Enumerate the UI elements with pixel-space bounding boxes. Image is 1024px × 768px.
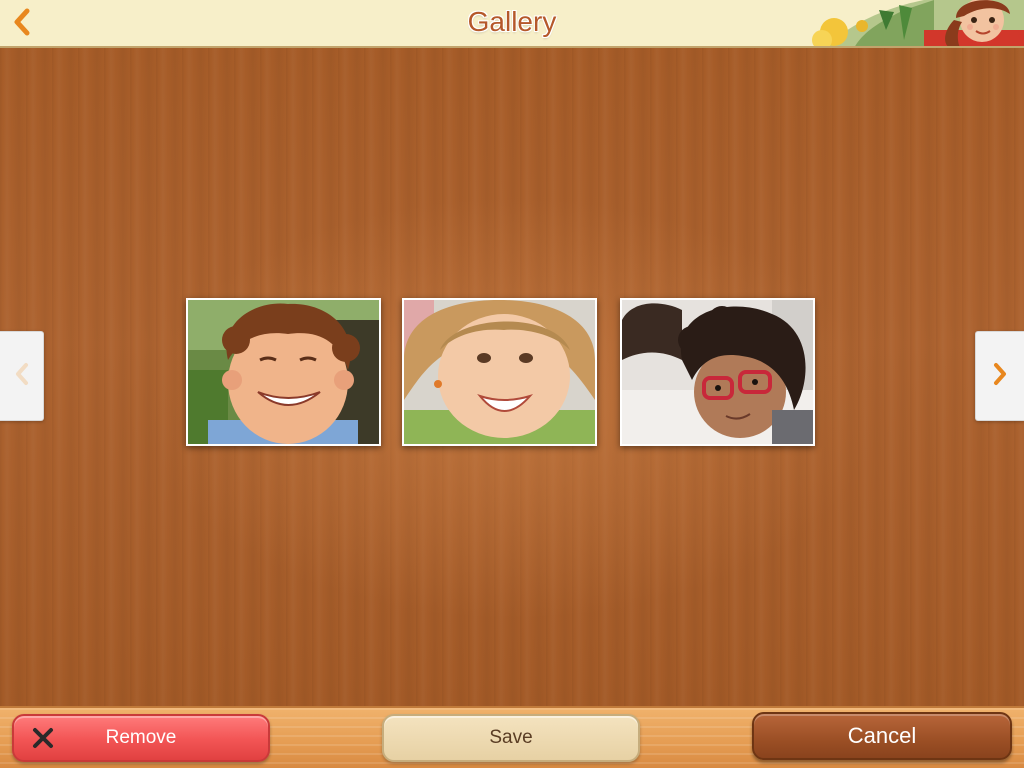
header-bar: Gallery	[0, 0, 1024, 48]
chevron-left-icon	[12, 360, 32, 392]
save-button[interactable]: Save	[382, 714, 640, 762]
boy-photo-image	[188, 300, 379, 444]
chevron-right-icon	[990, 360, 1010, 392]
gallery-photo-2[interactable]	[402, 298, 597, 446]
close-icon	[32, 727, 54, 755]
header-illustration	[784, 0, 1024, 46]
cancel-label: Cancel	[847, 723, 917, 748]
save-label: Save	[489, 727, 533, 748]
next-page-button[interactable]	[975, 331, 1024, 421]
gallery-photo-3[interactable]	[620, 298, 815, 446]
cancel-button[interactable]: Cancel	[752, 712, 1012, 760]
bottom-toolbar: Remove Save Cancel	[0, 706, 1024, 768]
remove-button[interactable]: Remove	[12, 714, 270, 762]
gallery-photo-1[interactable]	[186, 298, 381, 446]
remove-label: Remove	[105, 727, 177, 748]
child-glasses-photo-image	[622, 300, 813, 444]
previous-page-button[interactable]	[0, 331, 44, 421]
girl-photo-image	[404, 300, 595, 444]
